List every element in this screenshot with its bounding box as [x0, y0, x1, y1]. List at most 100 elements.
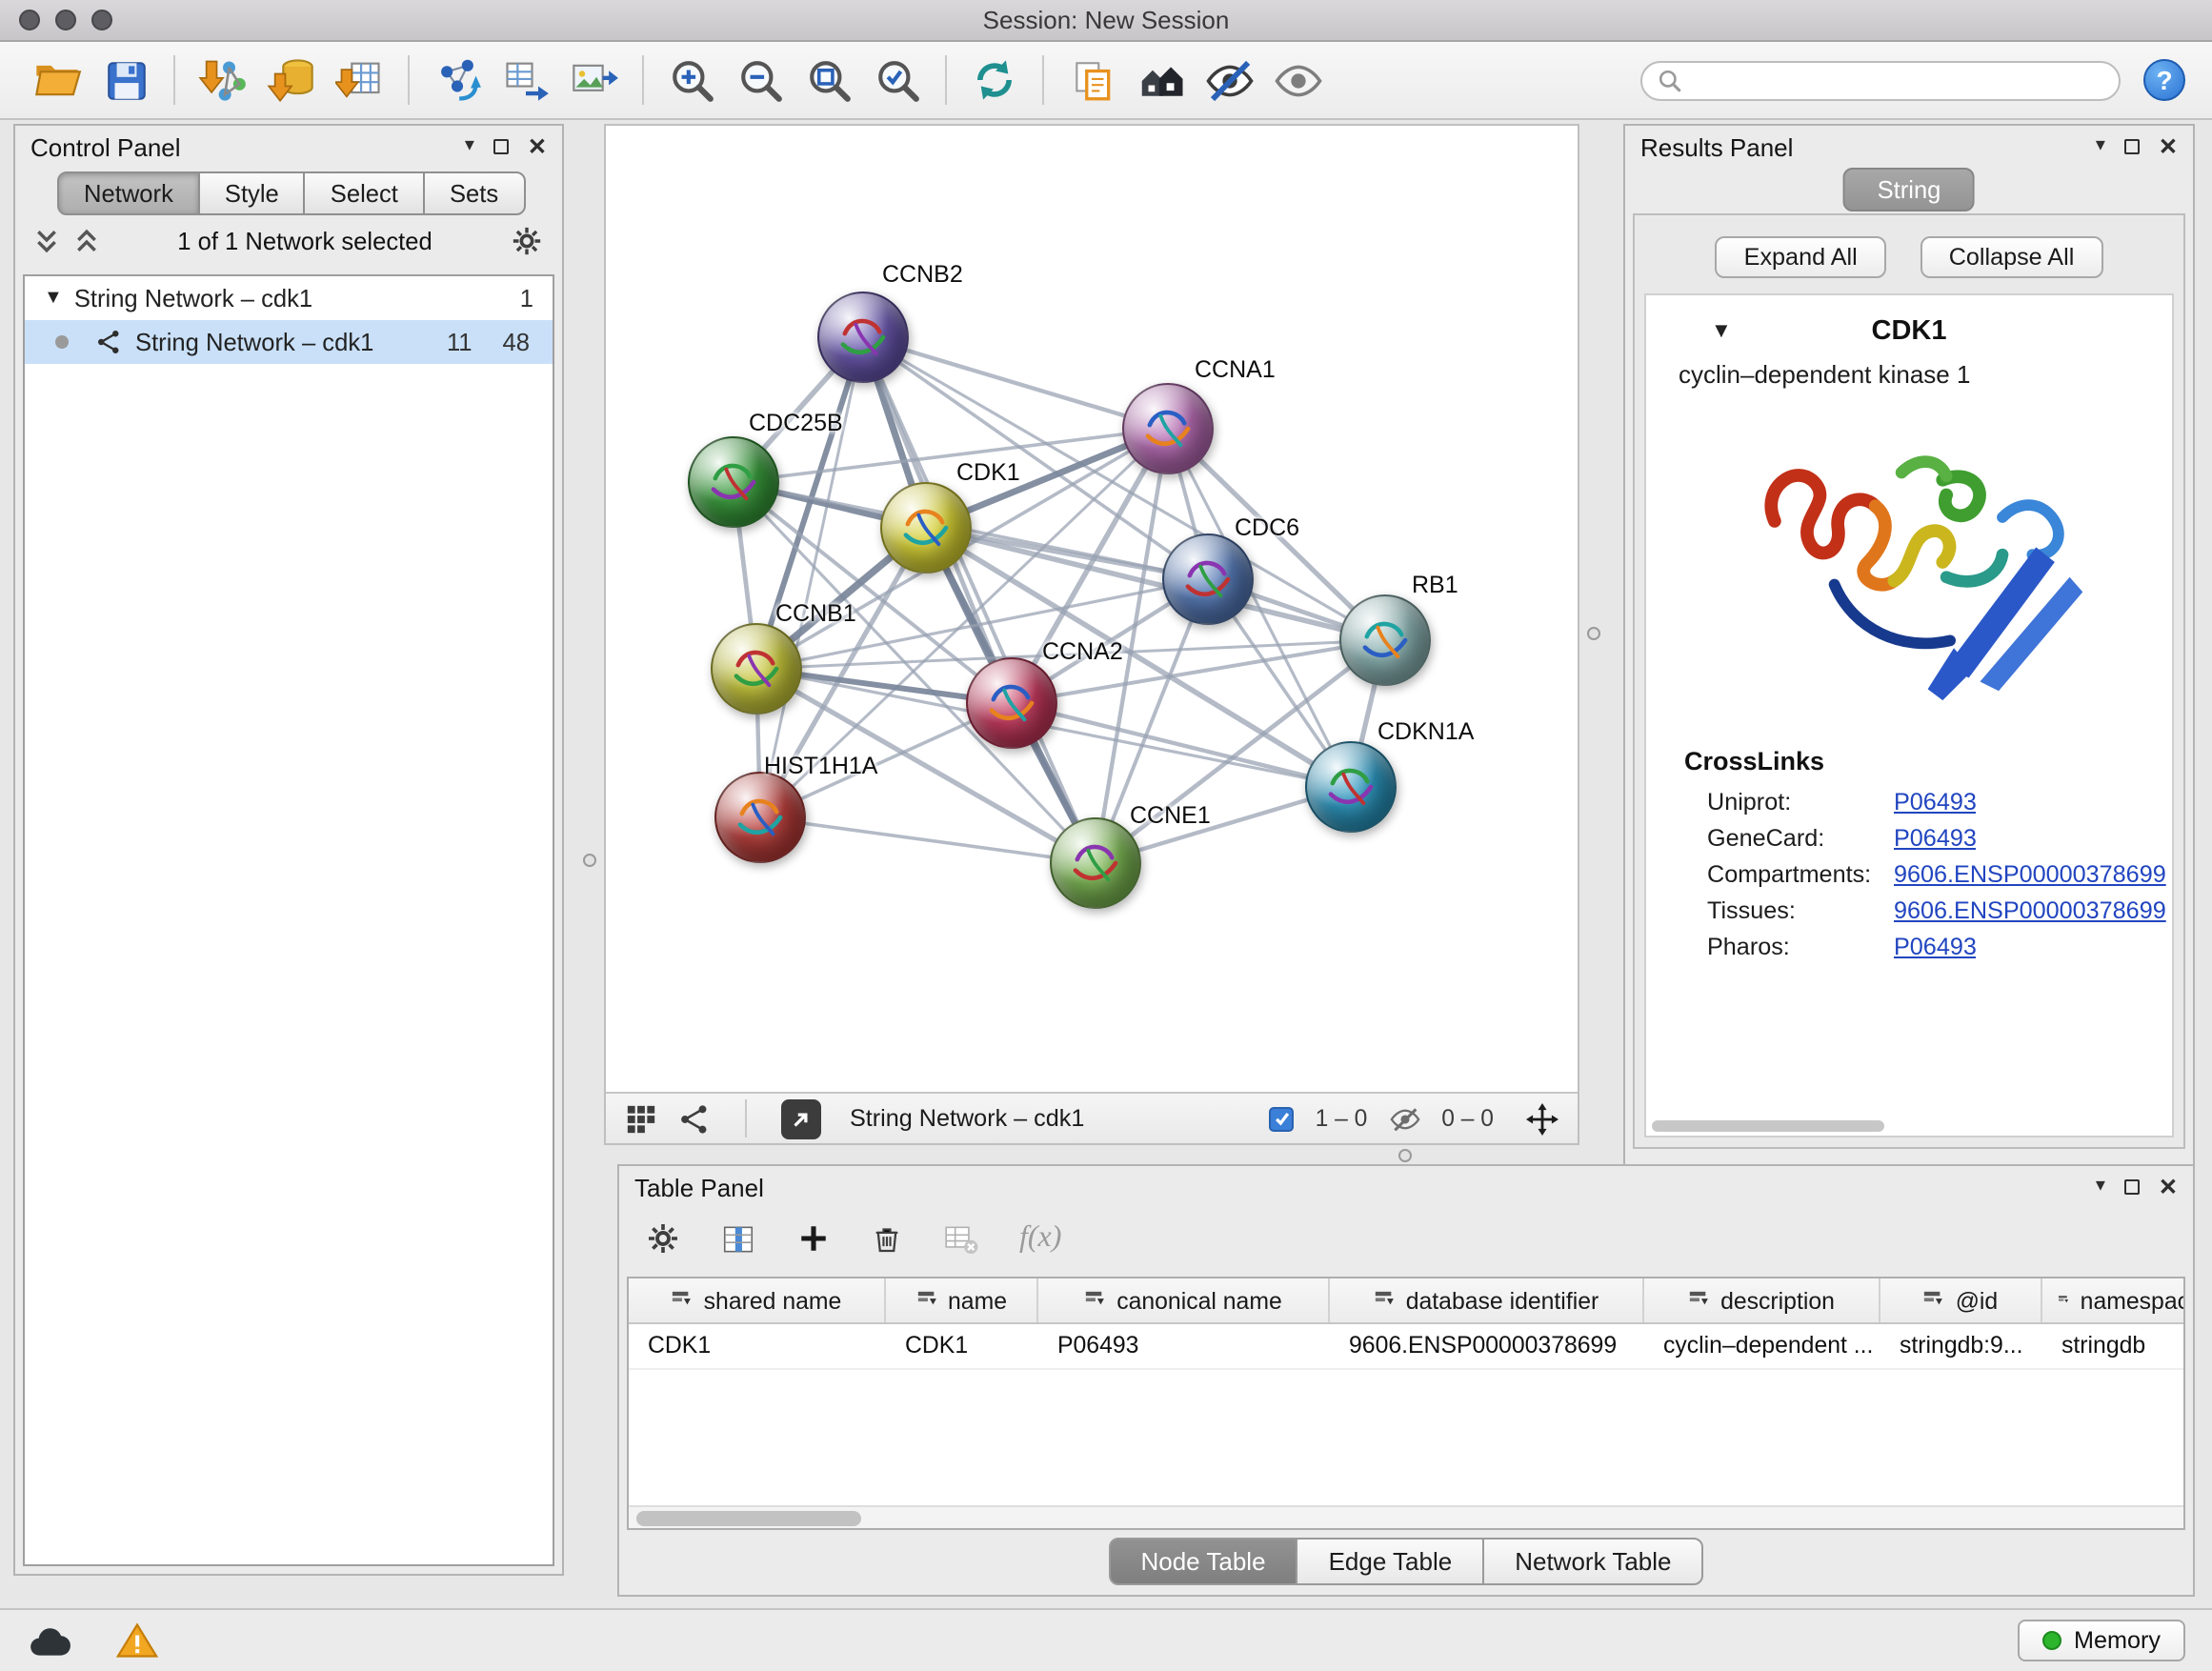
table-row[interactable]: CDK1 CDK1 P06493 9606.ENSP00000378699 cy…: [629, 1324, 2183, 1370]
search-box[interactable]: [1640, 60, 2121, 100]
insert-column-icon[interactable]: [720, 1220, 756, 1257]
crosslink-link[interactable]: P06493: [1894, 933, 1977, 959]
column-header-id[interactable]: @id: [1880, 1278, 2042, 1322]
show-all-button[interactable]: [1267, 50, 1328, 111]
close-panel-icon[interactable]: ✕: [2159, 135, 2178, 158]
hidden-eye-slash-icon[interactable]: [1388, 1102, 1420, 1135]
zoom-window-button[interactable]: [91, 10, 112, 30]
minimize-window-button[interactable]: [55, 10, 76, 30]
zoom-in-button[interactable]: [661, 50, 722, 111]
protein-thumbnail: [1052, 819, 1139, 907]
network-collection-row[interactable]: ▼ String Network – cdk1 1: [25, 276, 553, 320]
zoom-fit-button[interactable]: [798, 50, 859, 111]
selected-checkbox-icon[interactable]: [1270, 1106, 1295, 1131]
column-header-database-identifier[interactable]: database identifier: [1330, 1278, 1644, 1322]
open-session-button[interactable]: [27, 50, 88, 111]
float-panel-icon[interactable]: ▾: [2096, 137, 2105, 156]
network-node-hist1h1a[interactable]: [714, 772, 806, 863]
help-button[interactable]: ?: [2143, 59, 2185, 101]
network-node-cdc25b[interactable]: [688, 436, 779, 528]
home-overview-button[interactable]: [1130, 50, 1191, 111]
import-network-database-button[interactable]: [261, 50, 322, 111]
gene-header-row[interactable]: ▼ CDK1: [1646, 307, 2172, 356]
share-network-icon[interactable]: [678, 1102, 711, 1135]
tab-node-table[interactable]: Node Table: [1108, 1538, 1297, 1585]
gear-icon[interactable]: [646, 1221, 680, 1256]
import-table-button[interactable]: [330, 50, 391, 111]
crosslink-link[interactable]: P06493: [1894, 788, 1977, 815]
zoom-selected-button[interactable]: [867, 50, 928, 111]
birdseye-grid-icon[interactable]: [625, 1102, 657, 1135]
delete-trash-icon[interactable]: [871, 1222, 903, 1255]
export-network-button[interactable]: [781, 1098, 821, 1138]
cloud-icon[interactable]: [27, 1622, 74, 1659]
network-node-ccna2[interactable]: [966, 657, 1057, 749]
zoom-out-button[interactable]: [730, 50, 791, 111]
column-header-canonical-name[interactable]: canonical name: [1038, 1278, 1330, 1322]
horizontal-scrollbar-thumb[interactable]: [1652, 1120, 1884, 1132]
network-arrow-button[interactable]: [427, 50, 488, 111]
close-panel-icon[interactable]: ✕: [2159, 1176, 2178, 1198]
maximize-panel-icon[interactable]: [493, 139, 509, 154]
save-session-button[interactable]: [95, 50, 156, 111]
function-builder-button[interactable]: f(x): [1019, 1221, 1061, 1256]
tab-edge-table[interactable]: Edge Table: [1297, 1538, 1485, 1585]
network-node-ccna1[interactable]: [1122, 383, 1214, 474]
tab-select[interactable]: Select: [304, 171, 425, 215]
tab-network[interactable]: Network: [57, 171, 200, 215]
vertical-splitter-handle[interactable]: [583, 854, 596, 867]
network-to-table-button[interactable]: [495, 50, 556, 111]
memory-button[interactable]: Memory: [2017, 1620, 2185, 1661]
gear-icon[interactable]: [511, 224, 543, 256]
column-icon: [1688, 1290, 1709, 1311]
tab-network-table[interactable]: Network Table: [1482, 1538, 1703, 1585]
copy-annotation-button[interactable]: [1061, 50, 1122, 111]
close-panel-icon[interactable]: ✕: [528, 135, 547, 158]
crosslink-link[interactable]: 9606.ENSP00000378699: [1894, 896, 2166, 923]
warning-icon[interactable]: [116, 1621, 158, 1660]
crosslink-link[interactable]: P06493: [1894, 824, 1977, 851]
tree-expand-triangle[interactable]: ▼: [44, 288, 63, 309]
network-node-rb1[interactable]: [1339, 594, 1431, 686]
network-node-cdk1[interactable]: [880, 482, 972, 574]
column-header-description[interactable]: description: [1644, 1278, 1880, 1322]
float-panel-icon[interactable]: ▾: [465, 137, 474, 156]
string-tab[interactable]: String: [1843, 168, 1976, 211]
add-row-plus-icon[interactable]: [796, 1221, 831, 1256]
network-node-cdkn1a[interactable]: [1305, 741, 1397, 833]
network-canvas[interactable]: CCNB2CCNA1CDC25BCDK1CDC6RB1CCNB1CCNA2CDK…: [606, 126, 1578, 1092]
crosslink-link[interactable]: 9606.ENSP00000378699: [1894, 860, 2166, 887]
vertical-splitter-handle[interactable]: [1587, 627, 1600, 640]
expand-all-chevron-icon[interactable]: [34, 228, 59, 252]
network-node-cdc6[interactable]: [1162, 534, 1254, 625]
maximize-panel-icon[interactable]: [2124, 139, 2140, 154]
memory-label: Memory: [2074, 1627, 2161, 1654]
float-panel-icon[interactable]: ▾: [2096, 1178, 2105, 1197]
export-image-button[interactable]: [564, 50, 625, 111]
import-network-file-button[interactable]: [192, 50, 253, 111]
network-node-label: RB1: [1412, 572, 1458, 598]
expand-all-button[interactable]: Expand All: [1716, 236, 1886, 278]
table-horizontal-scrollbar[interactable]: [629, 1505, 2183, 1528]
tab-sets[interactable]: Sets: [423, 171, 525, 215]
collapse-triangle-icon[interactable]: ▼: [1711, 320, 1732, 343]
collapse-all-chevron-icon[interactable]: [74, 228, 99, 252]
network-row[interactable]: String Network – cdk1 11 48: [25, 320, 553, 364]
network-node-ccnb2[interactable]: [817, 292, 909, 383]
scrollbar-thumb[interactable]: [636, 1511, 861, 1526]
network-node-ccne1[interactable]: [1050, 817, 1141, 909]
tab-style[interactable]: Style: [198, 171, 306, 215]
delete-table-icon[interactable]: [943, 1220, 979, 1257]
maximize-panel-icon[interactable]: [2124, 1179, 2140, 1195]
refresh-button[interactable]: [964, 50, 1025, 111]
move-crosshair-icon[interactable]: [1526, 1102, 1558, 1135]
hide-selected-button[interactable]: [1198, 50, 1259, 111]
column-header-name[interactable]: name: [886, 1278, 1038, 1322]
column-header-shared-name[interactable]: shared name: [629, 1278, 886, 1322]
column-header-namespace[interactable]: namespac: [2042, 1278, 2185, 1322]
network-node-ccnb1[interactable]: [711, 623, 802, 715]
close-window-button[interactable]: [19, 10, 40, 30]
horizontal-splitter-handle[interactable]: [1398, 1149, 1412, 1162]
search-input[interactable]: [1692, 67, 2103, 93]
collapse-all-button[interactable]: Collapse All: [1920, 236, 2103, 278]
